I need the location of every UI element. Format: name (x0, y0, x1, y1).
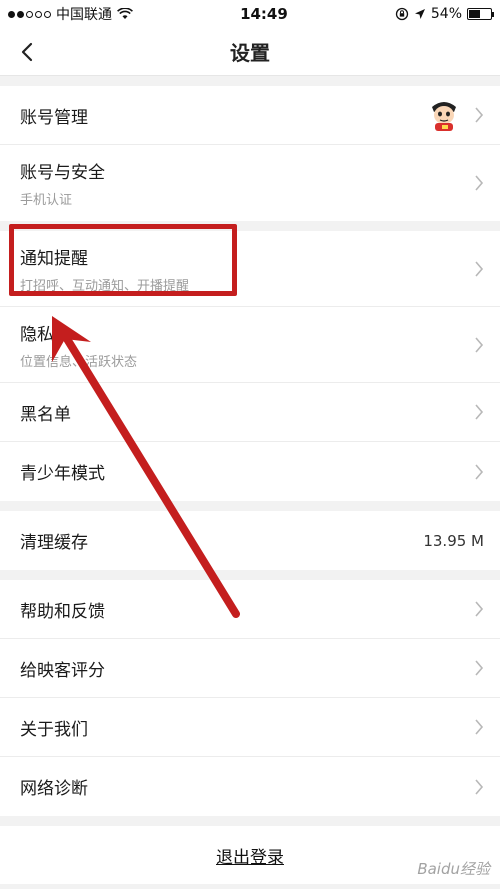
chevron-right-icon (475, 601, 484, 617)
wifi-icon (117, 8, 133, 19)
row-subtitle: 位置信息、活跃状态 (20, 354, 138, 370)
row-title: 帮助和反馈 (20, 601, 105, 622)
settings-row-teen-mode[interactable]: 青少年模式 (0, 442, 500, 501)
chevron-right-icon (475, 660, 484, 676)
row-right: 13.95 M (423, 532, 484, 550)
row-title: 黑名单 (20, 404, 71, 425)
row-title: 给映客评分 (20, 660, 105, 681)
cache-size-value: 13.95 M (423, 531, 484, 550)
battery-icon (467, 8, 494, 20)
row-title: 账号与安全 (20, 163, 105, 183)
row-title: 清理缓存 (20, 533, 88, 553)
section-divider (0, 76, 500, 86)
row-title: 网络诊断 (20, 779, 88, 799)
row-text: 通知提醒 打招呼、互动通知、开播提醒 (20, 244, 189, 294)
settings-group-cache: 清理缓存 13.95 M (0, 511, 500, 570)
watermark-text: Baidu经验 (417, 860, 490, 878)
location-icon (414, 9, 425, 19)
row-subtitle: 手机认证 (20, 193, 73, 208)
section-divider (0, 570, 500, 580)
section-divider (0, 501, 500, 511)
settings-row-account-security[interactable]: 账号与安全 手机认证 (0, 145, 500, 221)
settings-row-rate-app[interactable]: 给映客评分 (0, 639, 500, 698)
settings-row-account-management[interactable]: 账号管理 (0, 86, 500, 145)
back-arrow-icon[interactable] (18, 42, 38, 62)
row-text: 隐私 位置信息、活跃状态 (20, 320, 137, 370)
settings-group-about: 帮助和反馈 给映客评分 关于我们 网络诊断 (0, 580, 500, 816)
chevron-right-icon (475, 107, 484, 123)
battery-percent: 54% (430, 6, 462, 22)
row-title: 账号管理 (20, 107, 88, 128)
chevron-right-icon (475, 463, 484, 480)
navigation-bar: 设置 (0, 28, 500, 76)
chevron-right-icon (475, 778, 484, 795)
settings-row-network-diagnosis[interactable]: 网络诊断 (0, 757, 500, 816)
chevron-right-icon (475, 175, 484, 191)
status-bar: 中国联通 14:49 54% (0, 0, 500, 28)
settings-group-account: 账号管理 账号与安全 手机认证 (0, 86, 500, 221)
settings-row-clear-cache[interactable]: 清理缓存 13.95 M (0, 511, 500, 570)
settings-row-about-us[interactable]: 关于我们 (0, 698, 500, 757)
status-right: 54% (395, 6, 494, 22)
signal-strength-icon (8, 10, 51, 18)
chevron-right-icon (475, 719, 484, 735)
settings-group-notifications: 通知提醒 打招呼、互动通知、开播提醒 隐私 位置信息、活跃状态 黑名单 青少年模… (0, 231, 500, 501)
settings-row-blacklist[interactable]: 黑名单 (0, 383, 500, 442)
row-title: 青少年模式 (20, 464, 105, 484)
avatar (424, 95, 464, 135)
row-title: 隐私 (20, 324, 54, 345)
logout-button[interactable]: 退出登录 (216, 843, 284, 868)
settings-row-privacy[interactable]: 隐私 位置信息、活跃状态 (0, 307, 500, 383)
row-title: 关于我们 (20, 719, 88, 740)
battery-level (469, 10, 481, 18)
settings-row-help-feedback[interactable]: 帮助和反馈 (0, 580, 500, 639)
row-title: 通知提醒 (20, 248, 88, 269)
row-text: 账号与安全 手机认证 (20, 158, 105, 208)
row-subtitle: 打招呼、互动通知、开播提醒 (20, 278, 190, 294)
chevron-right-icon (475, 404, 484, 420)
carrier-name: 中国联通 (56, 7, 112, 23)
rotation-lock-icon (395, 7, 409, 21)
chevron-right-icon (475, 336, 484, 353)
status-time: 14:49 (240, 5, 288, 23)
row-right (424, 95, 484, 135)
chevron-right-icon (475, 260, 484, 277)
page-title: 设置 (230, 41, 270, 65)
section-divider (0, 816, 500, 826)
settings-row-notifications[interactable]: 通知提醒 打招呼、互动通知、开播提醒 (0, 231, 500, 307)
section-divider (0, 221, 500, 231)
status-left: 中国联通 (8, 4, 133, 24)
cartoon-avatar-icon (424, 95, 464, 135)
